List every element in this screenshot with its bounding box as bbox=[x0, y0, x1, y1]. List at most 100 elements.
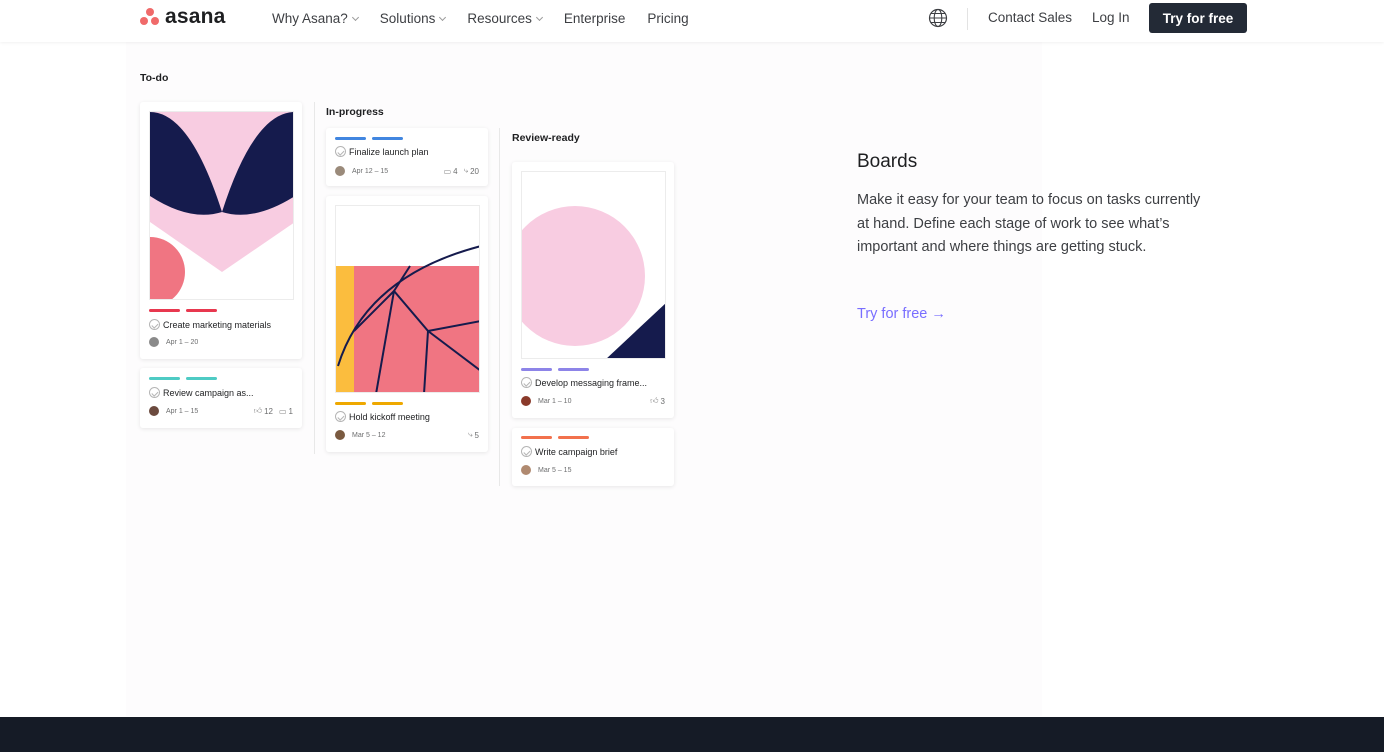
nav-divider bbox=[967, 8, 968, 30]
chevron-down-icon bbox=[351, 13, 359, 21]
check-circle-icon[interactable] bbox=[335, 146, 346, 157]
subtasks-count: ⤷ 20 bbox=[463, 166, 479, 176]
login-link[interactable]: Log In bbox=[1092, 10, 1130, 25]
tag bbox=[149, 377, 180, 380]
task-row: Write campaign brief bbox=[521, 446, 617, 457]
column-title-todo: To-do bbox=[140, 72, 169, 84]
task-stats: ▭ 4 ⤷ 20 bbox=[438, 166, 479, 176]
avatar bbox=[335, 166, 345, 176]
avatar bbox=[149, 406, 159, 416]
tag bbox=[372, 402, 403, 405]
subtask-icon: ⤷ bbox=[468, 430, 473, 439]
likes-count: 👍︎ 3 bbox=[650, 396, 665, 406]
top-nav: asana Why Asana? Solutions Resources Ent… bbox=[0, 0, 1384, 42]
task-card[interactable]: Write campaign brief Mar 5 – 15 bbox=[512, 428, 674, 486]
task-title: Create marketing materials bbox=[163, 319, 272, 330]
feature-title: Boards bbox=[857, 151, 918, 172]
task-card[interactable]: Create marketing materials Apr 1 – 20 bbox=[140, 102, 302, 359]
nav-links: Why Asana? Solutions Resources Enterpris… bbox=[272, 0, 711, 36]
tag bbox=[335, 137, 366, 140]
task-row: Create marketing materials bbox=[149, 319, 271, 330]
tag bbox=[558, 368, 589, 371]
check-circle-icon[interactable] bbox=[335, 411, 346, 422]
task-meta: Mar 5 – 15 bbox=[521, 465, 571, 475]
nav-solutions[interactable]: Solutions bbox=[379, 10, 447, 26]
card-tags bbox=[149, 309, 223, 312]
column-divider bbox=[499, 128, 500, 486]
avatar bbox=[149, 337, 159, 347]
nav-solutions-label: Solutions bbox=[379, 10, 436, 26]
task-meta: Apr 1 – 20 bbox=[149, 337, 198, 347]
comment-icon: ▭ bbox=[278, 406, 287, 416]
avatar bbox=[521, 396, 531, 406]
column-title-review-ready: Review-ready bbox=[512, 132, 580, 144]
task-title: Finalize launch plan bbox=[349, 146, 429, 157]
task-card[interactable]: Finalize launch plan Apr 12 – 15 ▭ 4 ⤷ 20 bbox=[326, 128, 488, 186]
feature-description: Make it easy for your team to focus on t… bbox=[857, 192, 1201, 255]
subtask-icon: ⤷ bbox=[463, 166, 469, 175]
task-card[interactable]: Review campaign as... Apr 1 – 15 👍︎ 12 ▭ 1 bbox=[140, 368, 302, 428]
task-meta: Apr 12 – 15 bbox=[335, 166, 388, 176]
nav-enterprise-label: Enterprise bbox=[563, 10, 626, 26]
tag bbox=[558, 436, 589, 439]
comment-icon: ▭ bbox=[443, 166, 452, 176]
tag bbox=[149, 309, 180, 312]
task-title: Write campaign brief bbox=[535, 446, 618, 457]
subtasks-count: ⤷ 5 bbox=[468, 430, 479, 440]
task-meta: Mar 5 – 12 bbox=[335, 430, 385, 440]
card-artwork bbox=[149, 111, 294, 300]
column-divider bbox=[314, 102, 315, 454]
try-for-free-link[interactable]: Try for free → bbox=[857, 306, 946, 322]
artwork-shapes bbox=[150, 112, 293, 299]
globe-icon[interactable] bbox=[928, 8, 948, 28]
task-row: Finalize launch plan bbox=[335, 146, 429, 157]
thumbs-up-icon: 👍︎ bbox=[253, 406, 263, 415]
card-artwork bbox=[521, 171, 666, 359]
thumbs-up-icon: 👍︎ bbox=[650, 396, 659, 405]
asana-logo-icon bbox=[140, 8, 160, 26]
logo-text: asana bbox=[165, 5, 226, 28]
tag bbox=[186, 377, 217, 380]
task-dates: Apr 1 – 15 bbox=[166, 407, 199, 415]
task-title: Review campaign as... bbox=[163, 387, 254, 398]
nav-why-asana[interactable]: Why Asana? bbox=[272, 10, 359, 26]
card-tags bbox=[335, 137, 409, 140]
nav-resources[interactable]: Resources bbox=[467, 11, 543, 26]
try-for-free-button[interactable]: Try for free bbox=[1149, 3, 1247, 33]
task-meta: Mar 1 – 10 bbox=[521, 396, 571, 406]
check-circle-icon[interactable] bbox=[521, 446, 532, 457]
task-title: Hold kickoff meeting bbox=[349, 411, 430, 422]
artwork-shapes bbox=[336, 206, 479, 392]
tag bbox=[372, 137, 403, 140]
contact-sales-link[interactable]: Contact Sales bbox=[988, 10, 1072, 25]
asana-logo[interactable]: asana bbox=[140, 5, 226, 28]
task-dates: Apr 1 – 20 bbox=[166, 338, 199, 346]
task-row: Develop messaging frame... bbox=[521, 377, 647, 388]
card-tags bbox=[149, 377, 223, 380]
task-stats: 👍︎ 12 ▭ 1 bbox=[248, 406, 293, 416]
task-card[interactable]: Develop messaging frame... Mar 1 – 10 👍︎… bbox=[512, 162, 674, 418]
nav-why-asana-label: Why Asana? bbox=[272, 10, 348, 26]
task-dates: Mar 5 – 15 bbox=[538, 466, 572, 474]
card-tags bbox=[335, 402, 409, 405]
task-card[interactable]: Hold kickoff meeting Mar 5 – 12 ⤷ 5 bbox=[326, 196, 488, 452]
tag bbox=[335, 402, 366, 405]
nav-pricing-label: Pricing bbox=[647, 10, 689, 26]
check-circle-icon[interactable] bbox=[521, 377, 532, 388]
comments-count: ▭ 4 bbox=[443, 166, 458, 176]
card-tags bbox=[521, 368, 595, 371]
chevron-down-icon bbox=[535, 13, 543, 21]
column-title-in-progress: In-progress bbox=[326, 106, 384, 118]
chevron-down-icon bbox=[439, 13, 447, 21]
nav-pricing[interactable]: Pricing bbox=[647, 11, 688, 26]
check-circle-icon[interactable] bbox=[149, 387, 160, 398]
nav-enterprise[interactable]: Enterprise bbox=[564, 11, 626, 26]
avatar bbox=[521, 465, 531, 475]
check-circle-icon[interactable] bbox=[149, 319, 160, 330]
task-dates: Apr 12 – 15 bbox=[352, 167, 389, 175]
task-dates: Mar 1 – 10 bbox=[538, 397, 572, 405]
tag bbox=[521, 368, 552, 371]
task-row: Hold kickoff meeting bbox=[335, 411, 430, 422]
artwork-shapes bbox=[522, 172, 665, 358]
avatar bbox=[335, 430, 345, 440]
